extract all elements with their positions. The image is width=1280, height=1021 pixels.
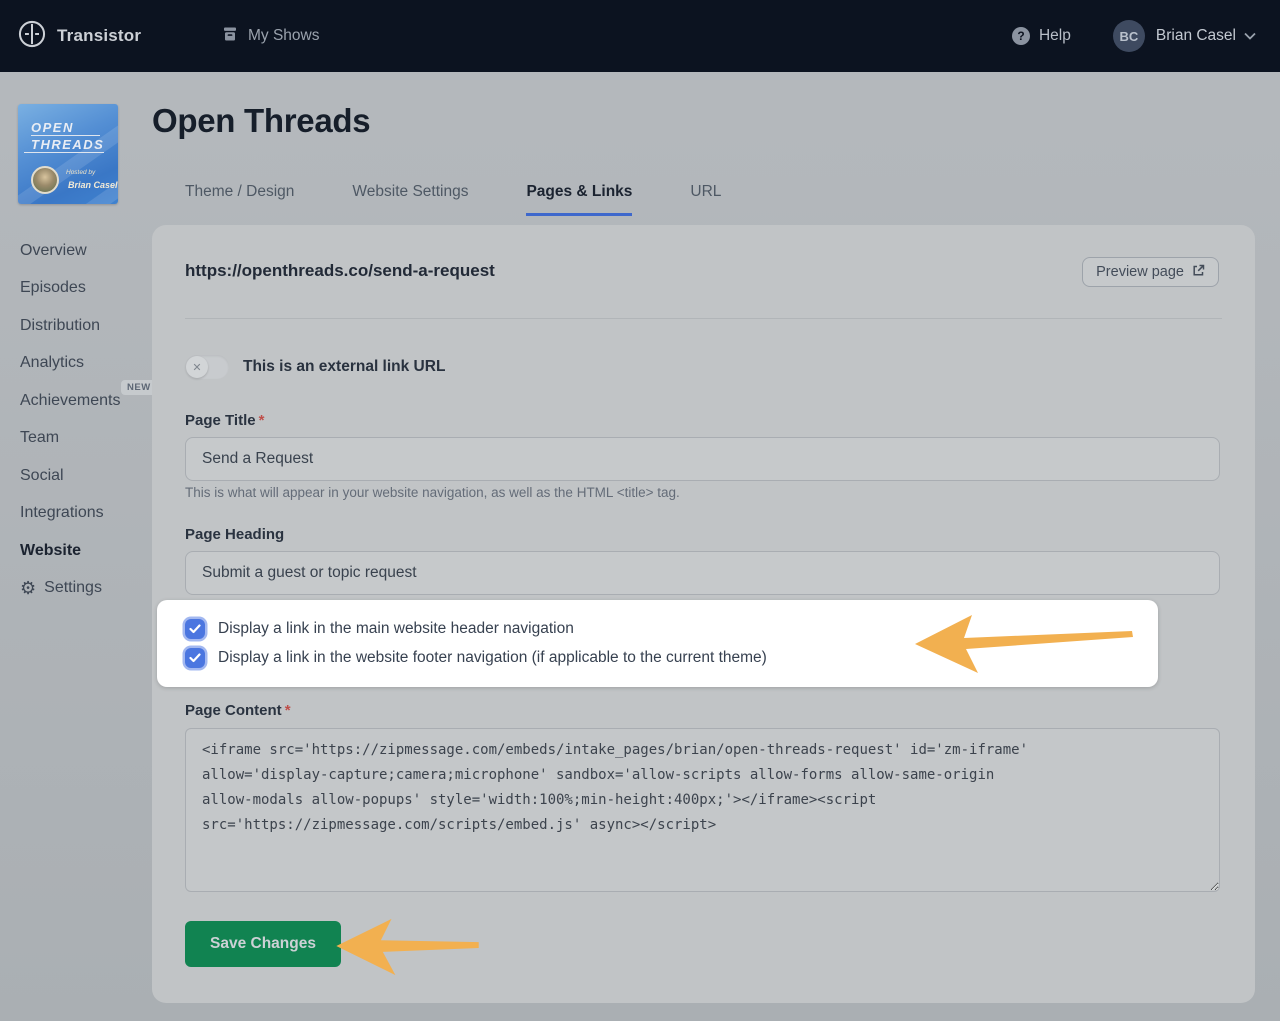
footer-nav-checkbox-label: Display a link in the website footer nav…: [218, 649, 767, 667]
help-link[interactable]: ? Help: [1012, 27, 1071, 45]
transistor-logo-icon: [18, 20, 46, 53]
transistor-logo[interactable]: Transistor: [18, 20, 141, 53]
top-navigation-bar: Transistor My Shows ? Help BC Brian Case…: [0, 0, 1280, 72]
chevron-down-icon[interactable]: [1244, 27, 1256, 45]
shows-icon: [222, 26, 238, 47]
page-heading-field-label: Page Heading: [185, 526, 284, 543]
header-nav-checkbox[interactable]: [185, 619, 205, 639]
artwork-title-line2: THREADS: [24, 137, 104, 153]
sidebar-item-integrations[interactable]: Integrations: [20, 495, 121, 533]
podcast-artwork: OPEN THREADS Hosted by Brian Casel: [18, 104, 118, 204]
brand-name: Transistor: [57, 26, 141, 46]
user-name[interactable]: Brian Casel: [1156, 27, 1236, 45]
my-shows-label: My Shows: [248, 27, 320, 45]
artwork-hosted-by: Hosted by: [66, 169, 95, 176]
toggle-knob: ✕: [186, 356, 208, 378]
tab-website-settings[interactable]: Website Settings: [352, 183, 468, 216]
external-link-icon: [1192, 264, 1205, 281]
footer-nav-checkbox[interactable]: [185, 648, 205, 668]
page-title: Open Threads: [152, 102, 370, 140]
annotation-highlight-box: [157, 600, 1158, 687]
sidebar-item-website[interactable]: Website: [20, 532, 121, 570]
sidebar-item-episodes[interactable]: Episodes: [20, 270, 121, 308]
save-changes-button[interactable]: Save Changes: [185, 921, 341, 967]
sidebar-item-analytics[interactable]: Analytics: [20, 345, 121, 383]
page-title-input[interactable]: [185, 437, 1220, 481]
my-shows-link[interactable]: My Shows: [222, 26, 320, 47]
sidebar-item-settings[interactable]: ⚙ Settings: [20, 570, 121, 608]
artwork-host-name: Brian Casel: [68, 180, 118, 190]
tab-theme-design[interactable]: Theme / Design: [185, 183, 294, 216]
header-nav-checkbox-label: Display a link in the main website heade…: [218, 620, 574, 638]
preview-page-button[interactable]: Preview page: [1082, 257, 1219, 287]
tab-pages-links[interactable]: Pages & Links: [526, 183, 632, 216]
annotation-arrow-save: [332, 916, 484, 978]
page-settings-card: https://openthreads.co/send-a-request Pr…: [152, 225, 1255, 1003]
help-icon: ?: [1012, 27, 1030, 45]
required-asterisk: *: [285, 702, 291, 719]
page-title-field-label: Page Title*: [185, 412, 264, 429]
page-url-heading: https://openthreads.co/send-a-request: [185, 261, 495, 281]
page-heading-input[interactable]: [185, 551, 1220, 595]
sidebar-nav: Overview Episodes Distribution Analytics…: [20, 232, 121, 607]
tab-url[interactable]: URL: [690, 183, 721, 216]
required-asterisk: *: [259, 412, 265, 429]
sidebar-item-overview[interactable]: Overview: [20, 232, 121, 270]
page-content-field-label: Page Content*: [185, 702, 291, 719]
page-title-help-text: This is what will appear in your website…: [185, 485, 680, 500]
sidebar-item-social[interactable]: Social: [20, 457, 121, 495]
sidebar-item-team[interactable]: Team: [20, 420, 121, 458]
external-link-toggle-label: This is an external link URL: [243, 358, 445, 376]
external-link-toggle[interactable]: ✕: [185, 355, 229, 379]
divider: [185, 318, 1222, 319]
sidebar-item-distribution[interactable]: Distribution: [20, 307, 121, 345]
avatar[interactable]: BC: [1113, 20, 1145, 52]
sidebar-item-achievements[interactable]: Achievements NEW: [20, 382, 121, 420]
artwork-title-line1: OPEN: [31, 120, 100, 136]
gear-icon: ⚙: [20, 579, 36, 597]
help-label: Help: [1039, 27, 1071, 45]
artwork-host-photo: [31, 166, 59, 194]
website-tabs: Theme / Design Website Settings Pages & …: [185, 183, 721, 216]
page-content-textarea[interactable]: <iframe src='https://zipmessage.com/embe…: [185, 728, 1220, 892]
